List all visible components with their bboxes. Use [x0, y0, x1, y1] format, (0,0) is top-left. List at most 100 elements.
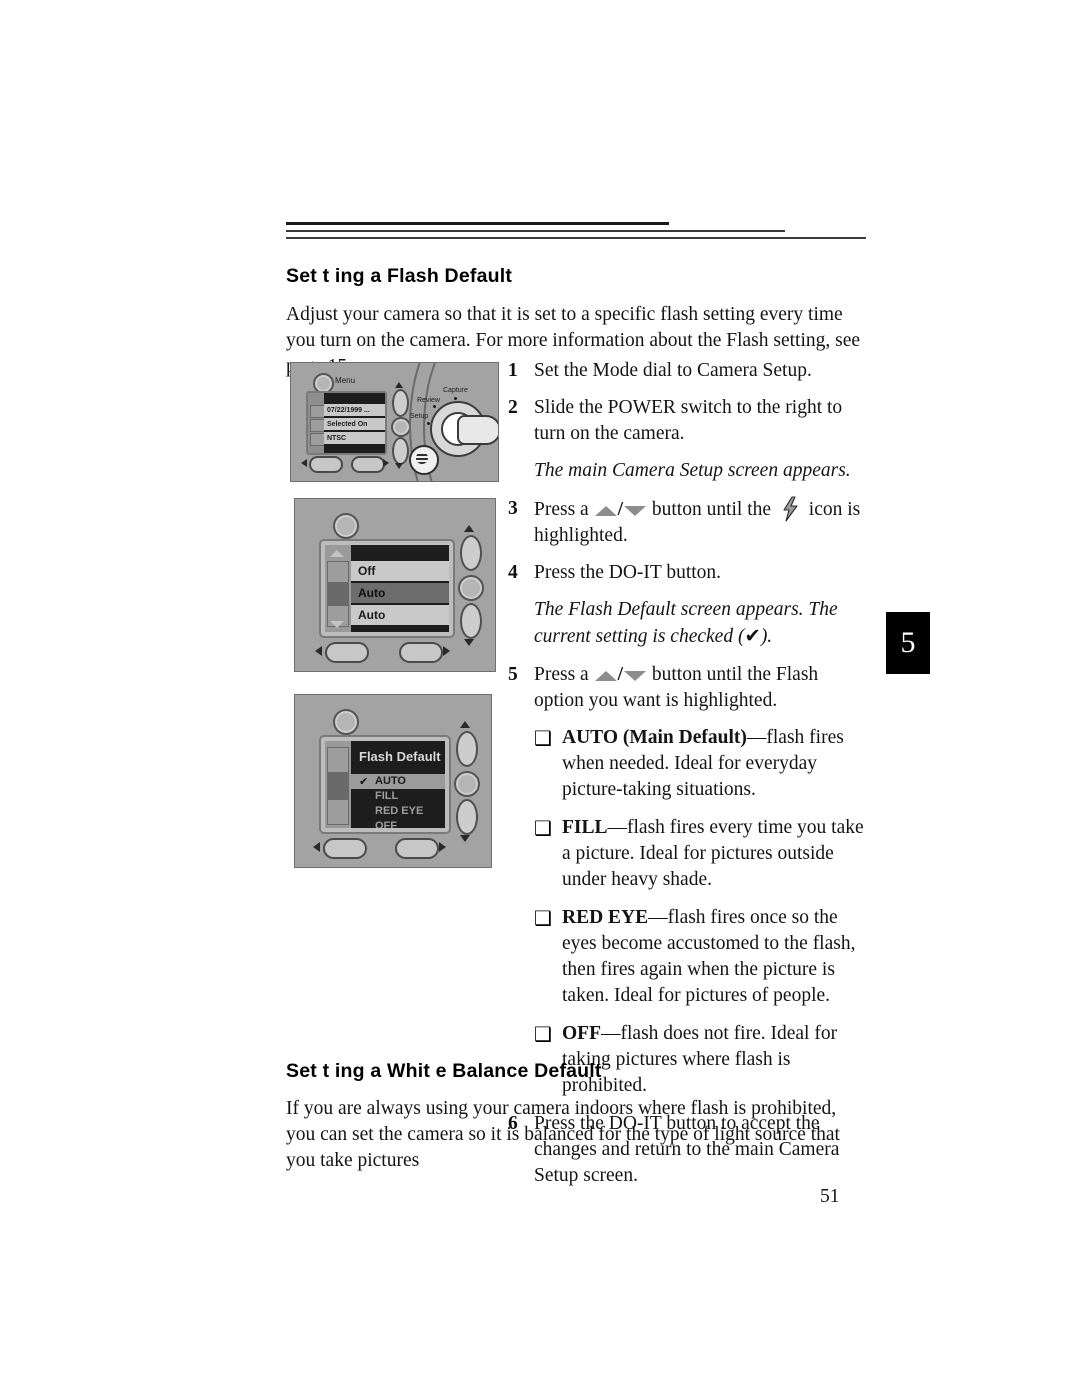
menu-button-icon	[333, 513, 359, 539]
down-button-icon[interactable]	[456, 799, 478, 835]
lcd-row: NTSC	[324, 432, 385, 444]
step-3-prefix: Press a	[534, 499, 589, 520]
right-arrow-icon	[439, 842, 446, 852]
flash-option-check-icon: ✔	[359, 775, 369, 788]
hand-illustration	[457, 415, 498, 445]
lcd-icon-white-balance	[327, 799, 349, 825]
down-button-icon[interactable]	[460, 603, 482, 639]
page-number: 51	[820, 1186, 840, 1207]
lcd-icon-flash	[327, 773, 349, 799]
menu-button-icon	[333, 709, 359, 735]
lcd-row-label: Selected On	[327, 420, 368, 428]
option-term: FILL	[562, 817, 608, 838]
lcd-row-selected: Auto	[351, 583, 449, 603]
step-5: 5 Press a / button until the Flash optio…	[508, 662, 868, 714]
up-triangle-icon	[594, 505, 617, 516]
left-arrow-icon	[315, 646, 322, 656]
left-soft-button-icon	[309, 456, 343, 473]
step-number: 1	[508, 360, 518, 381]
right-soft-button-icon	[351, 456, 385, 473]
left-soft-button-icon	[323, 838, 367, 859]
right-soft-button-icon	[399, 642, 443, 663]
step-3: 3 Press a / button until the icon is hig…	[508, 496, 868, 549]
slash-separator: /	[617, 664, 623, 685]
option-desc: —flash fires every time you take a pictu…	[562, 817, 864, 890]
lcd-row: Selected On	[324, 418, 385, 430]
heading-setting-a-white-balance-default: Set t ing a Whit e Balance Default	[286, 1060, 602, 1082]
flash-option-label: RED EYE	[375, 805, 424, 817]
lcd-row: 07/22/1999 ...	[324, 404, 385, 416]
up-arrow-icon	[464, 525, 474, 532]
dial-detent-dot	[454, 397, 457, 400]
down-arrow-icon	[395, 463, 403, 469]
down-arrow-icon	[464, 639, 474, 646]
dial-detent-dot	[433, 405, 436, 408]
left-arrow-icon	[313, 842, 320, 852]
down-arrow-icon	[460, 835, 470, 842]
lcd-row-label: Off	[358, 564, 376, 578]
chapter-tab-marker: 5	[886, 612, 930, 674]
lcd-frame: Flash Default ✔ AUTO FILL RED EYE OFF	[319, 735, 451, 834]
scroll-down-icon	[330, 621, 344, 628]
step-number: 5	[508, 664, 518, 685]
figure-flash-default-screen: Flash Default ✔ AUTO FILL RED EYE OFF	[294, 694, 492, 868]
left-soft-button-icon	[325, 642, 369, 663]
option-text: AUTO (Main Default)—flash fires when nee…	[562, 725, 868, 803]
right-arrow-icon	[383, 459, 389, 467]
option-term: AUTO (Main Default)	[562, 727, 747, 748]
down-triangle-icon	[624, 505, 646, 516]
lcd-row: Off	[351, 561, 449, 581]
lcd-row-label: Auto	[358, 586, 386, 600]
note-main-setup-screen: The main Camera Setup screen appears.	[534, 460, 851, 481]
option-text: OFF—flash does not fire. Ideal for takin…	[562, 1021, 868, 1099]
up-button-icon[interactable]	[460, 535, 482, 571]
menu-button-label: Menu	[335, 376, 356, 385]
up-button-icon[interactable]	[456, 731, 478, 767]
step-number: 2	[508, 397, 518, 418]
step-text: Slide the POWER switch to the right to t…	[534, 397, 843, 444]
knurl-texture	[416, 452, 428, 464]
up-arrow-icon	[460, 721, 470, 728]
heading-setting-a-flash-default: Set t ing a Flash Default	[286, 265, 513, 287]
option-term: OFF	[562, 1023, 601, 1044]
flash-default-title: Flash Default	[359, 749, 441, 764]
figure-camera-mode-dial: Menu 07/22/1999 ... Selected On NTSC Cap…	[290, 362, 499, 482]
note-line-1: The Flash Default screen appears. The	[534, 599, 838, 620]
lcd-row-label: NTSC	[327, 434, 347, 442]
step-4: 4 Press the DO-IT button.	[508, 560, 868, 586]
option-text: RED EYE—flash fires once so the eyes bec…	[562, 905, 868, 1009]
header-rule-medium	[286, 229, 785, 232]
manual-page: Set t ing a Flash Default Adjust your ca…	[0, 0, 1080, 1397]
lcd-icon-date	[327, 747, 349, 773]
step-number: 4	[508, 562, 518, 583]
lcd-row-label: 07/22/1999 ...	[327, 406, 370, 414]
note-line-2-pre: current setting is checked (	[534, 626, 745, 647]
do-it-button-icon[interactable]	[454, 771, 480, 797]
dial-label-capture: Capture	[443, 387, 468, 394]
header-rule-long	[286, 237, 866, 239]
note-flash-default-screen: The Flash Default screen appears. The cu…	[534, 597, 868, 650]
lcd-frame: Off Auto Auto	[319, 539, 455, 638]
step-5-prefix: Press a	[534, 664, 589, 685]
right-soft-button-icon	[395, 838, 439, 859]
do-it-button-icon	[391, 417, 411, 437]
step-text: Set the Mode dial to Camera Setup.	[534, 360, 812, 381]
down-triangle-icon	[624, 670, 646, 681]
lcd-screen: Off Auto Auto	[325, 545, 449, 632]
option-text: FILL—flash fires every time you take a p…	[562, 815, 868, 893]
lcd-icon-date	[327, 561, 349, 583]
checkbox-bullet-icon: ❑	[534, 726, 552, 750]
flash-option-label: OFF	[375, 820, 397, 828]
flash-option-label: FILL	[375, 790, 399, 802]
lcd-frame: 07/22/1999 ... Selected On NTSC	[306, 391, 387, 455]
flash-bolt-icon	[780, 496, 800, 522]
header-rule-short	[286, 222, 669, 225]
flash-options-list: ❑ AUTO (Main Default)—flash fires when n…	[534, 725, 868, 1099]
list-item: ❑ FILL—flash fires every time you take a…	[534, 815, 868, 893]
up-button-icon	[392, 389, 409, 417]
intro-paragraph-white-balance: If you are always using your camera indo…	[286, 1098, 840, 1171]
do-it-button-icon[interactable]	[458, 575, 484, 601]
slash-separator: /	[617, 499, 623, 520]
lcd-icon-flash	[327, 583, 349, 605]
header-rules	[286, 222, 866, 244]
